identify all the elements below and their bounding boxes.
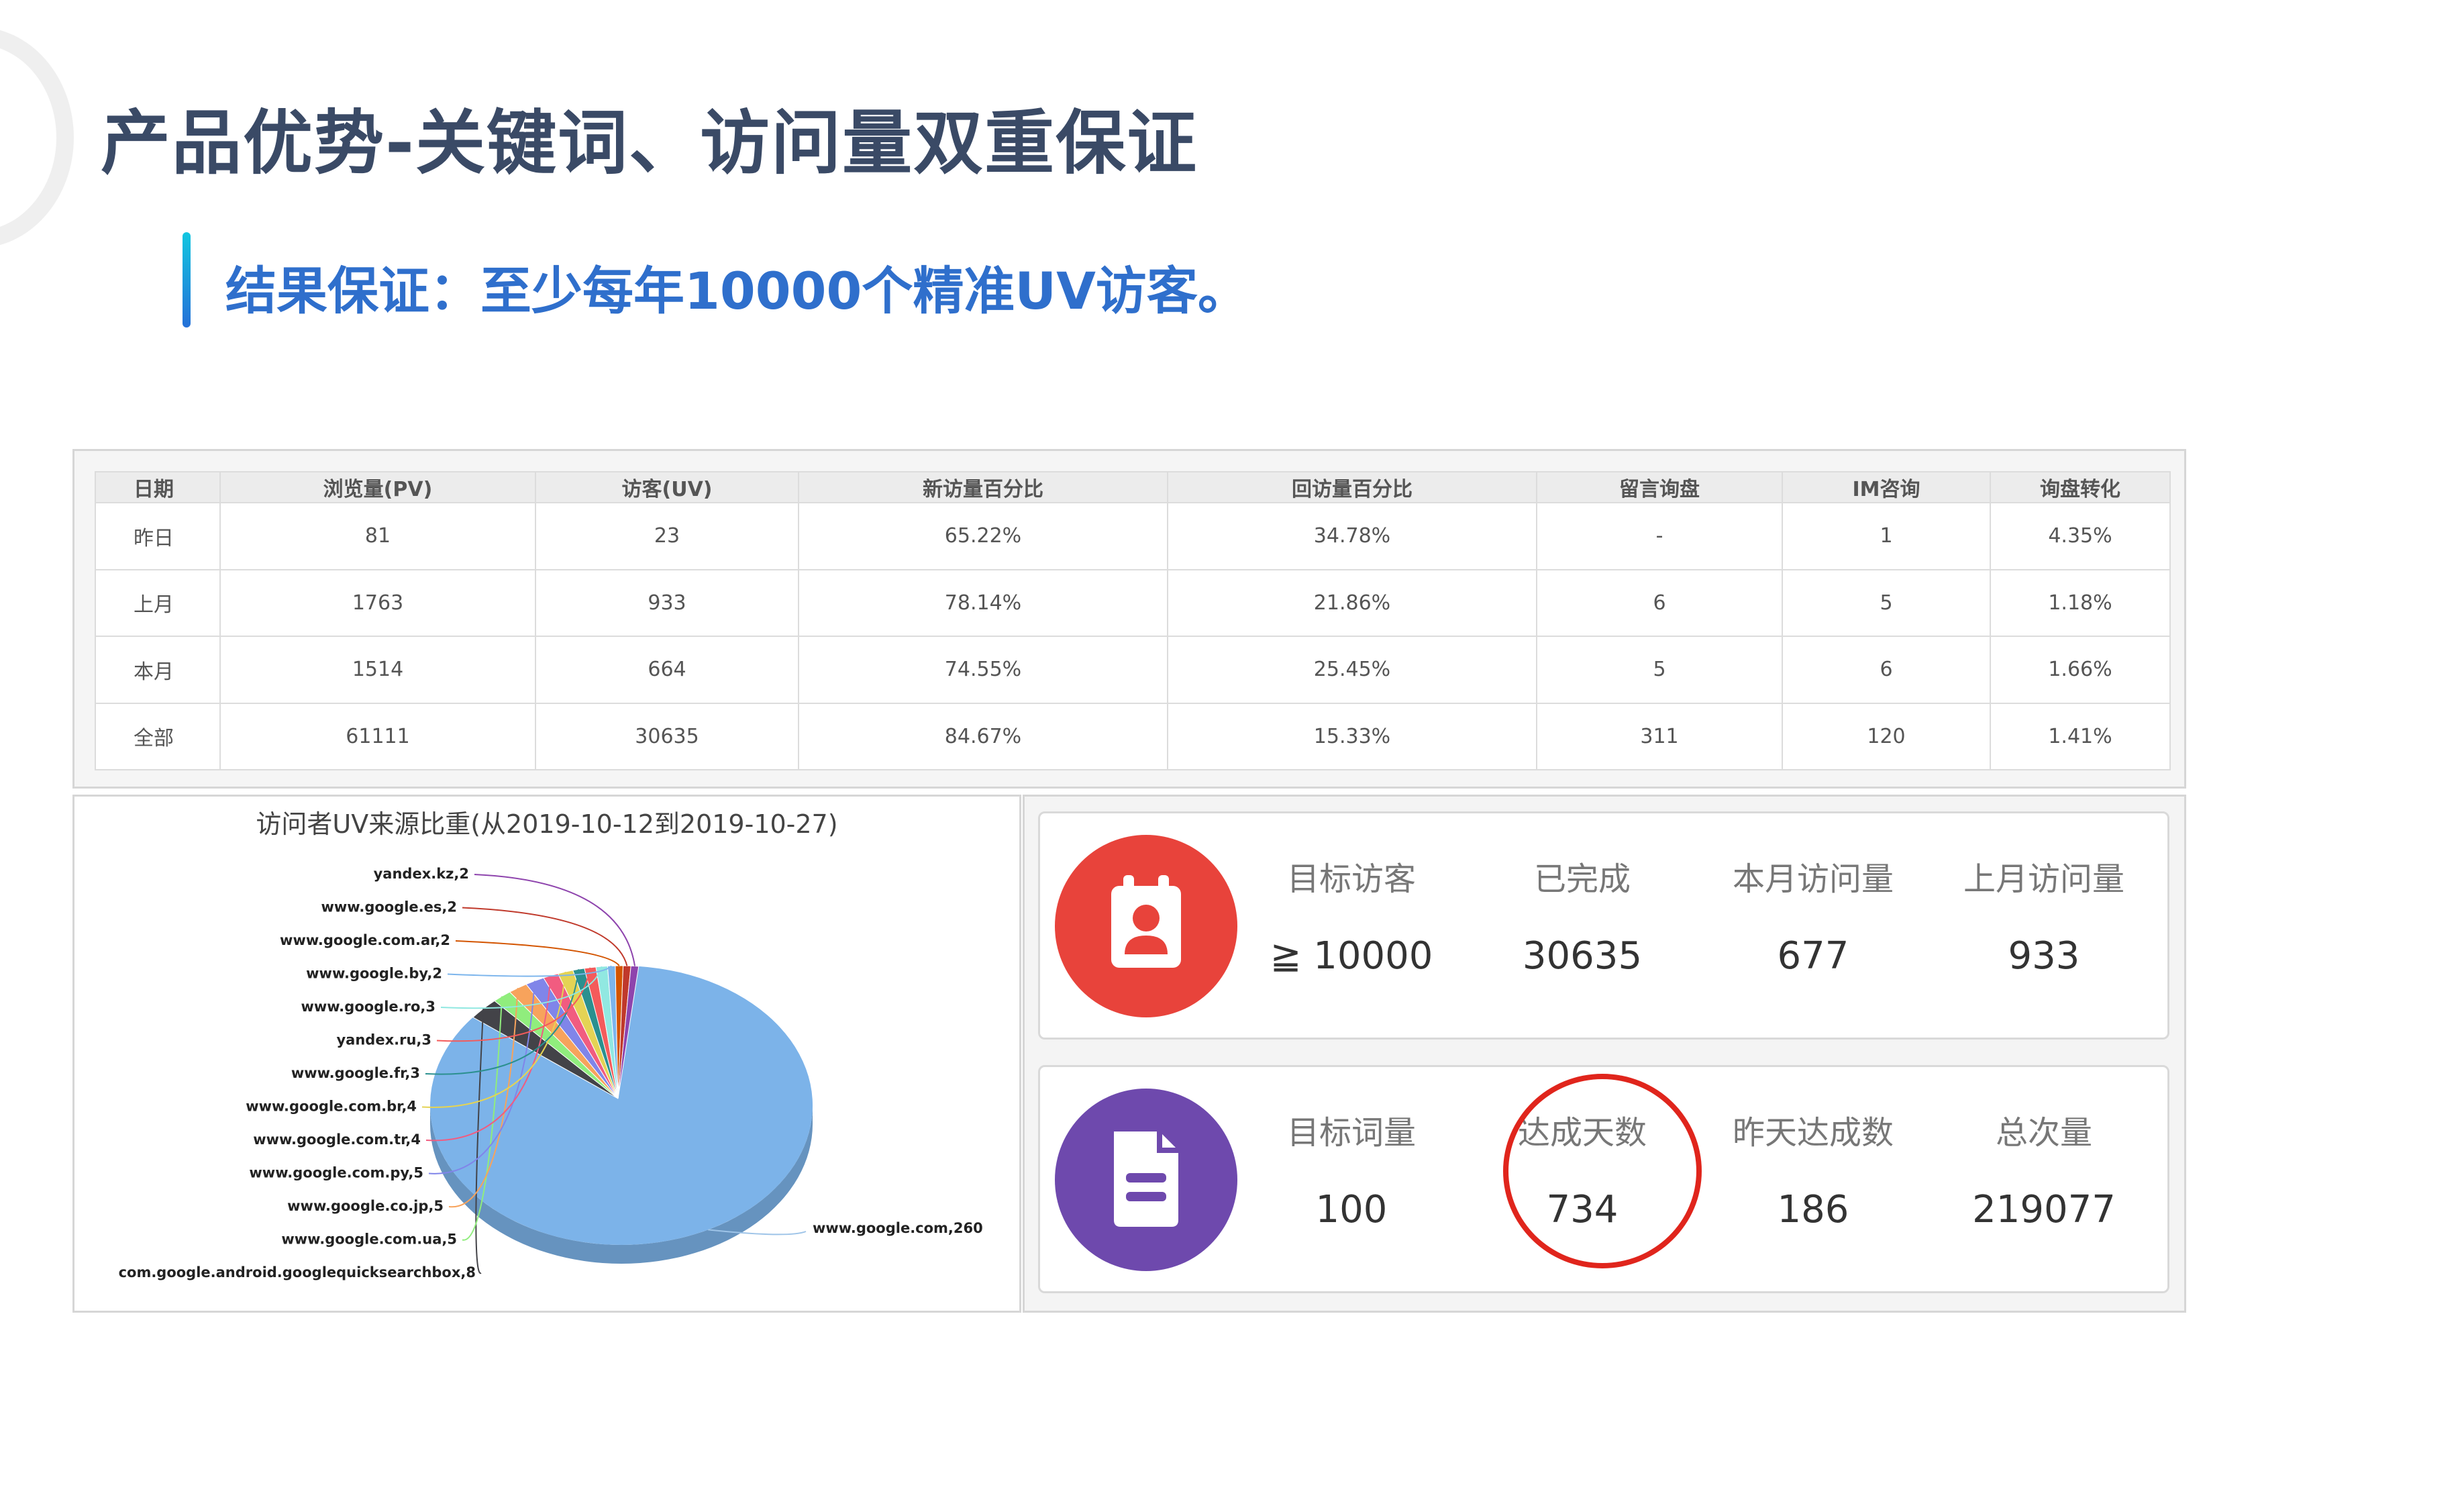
table-cell: 5	[1782, 568, 1991, 637]
kpi-value: 677	[1777, 934, 1849, 978]
table-cell: 6	[1536, 568, 1783, 637]
pie-slice-label: www.google.fr,3	[291, 1065, 420, 1081]
pie-slice-label: www.google.by,2	[306, 966, 442, 982]
table-cell: 120	[1782, 702, 1991, 770]
page-title: 产品优势-关键词、访问量双重保证	[101, 102, 1198, 184]
pie-slice-label: yandex.kz,2	[374, 866, 469, 882]
pie-leader-line	[474, 874, 636, 966]
table-cell: 1763	[219, 568, 536, 637]
kpi-completed: 已完成 30635	[1468, 852, 1696, 978]
header-date: 日期	[95, 471, 221, 503]
header-inquiry-conversion: 询盘转化	[1990, 471, 2171, 503]
table-cell: 上月	[95, 568, 221, 637]
table-cell: 34.78%	[1167, 502, 1537, 570]
kpi-label: 目标访客	[1286, 860, 1416, 898]
kpi-target-visitors: 目标访客 ≧ 10000	[1237, 852, 1466, 978]
kpi-yesterday-achieved: 昨天达成数 186	[1699, 1106, 1927, 1231]
table-cell: 65.22%	[798, 502, 1168, 570]
table-cell: 全部	[95, 702, 221, 770]
decorative-arc	[0, 27, 74, 248]
contact-card-icon	[1055, 835, 1237, 1017]
table-cell: 21.86%	[1167, 568, 1537, 637]
kpi-card-visitors: 目标访客 ≧ 10000 已完成 30635 本月访问量 677 上月访问量 9…	[1038, 811, 2169, 1040]
header-pv: 浏览量(PV)	[219, 471, 536, 503]
header-uv: 访客(UV)	[535, 471, 799, 503]
kpi-total-count: 总次量 219077	[1930, 1106, 2158, 1231]
stats-table-panel: 日期 浏览量(PV) 访客(UV) 新访量百分比 回访量百分比 留言询盘 IM咨…	[72, 449, 2186, 789]
table-cell: 15.33%	[1167, 702, 1537, 770]
kpi-value: 30635	[1522, 934, 1643, 978]
table-cell: 1	[1782, 502, 1991, 570]
pie-slice-label: yandex.ru,3	[336, 1032, 431, 1048]
pie-slice-label: www.google.ro,3	[301, 999, 435, 1015]
kpi-label: 已完成	[1533, 860, 1631, 898]
table-row: 全部 61111 30635 84.67% 15.33% 311 120 1.4…	[95, 702, 2171, 770]
table-cell: 61111	[219, 702, 536, 770]
kpi-label: 总次量	[1995, 1114, 2092, 1152]
kpi-label: 上月访问量	[1963, 860, 2124, 898]
table-row: 本月 1514 664 74.55% 25.45% 5 6 1.66%	[95, 636, 2171, 704]
table-cell: 74.55%	[798, 636, 1168, 704]
header-return-visit-pct: 回访量百分比	[1167, 471, 1537, 503]
table-cell: 本月	[95, 636, 221, 704]
header-im-inquiry: IM咨询	[1782, 471, 1991, 503]
table-cell: 78.14%	[798, 568, 1168, 637]
pie-slice-label: www.google.es,2	[321, 899, 457, 915]
table-cell: 30635	[535, 702, 799, 770]
table-cell: 1.18%	[1990, 568, 2171, 637]
pie-chart-panel: 访问者UV来源比重(从2019-10-12到2019-10-27) www.go…	[72, 795, 1021, 1313]
table-cell: 1.41%	[1990, 702, 2171, 770]
pie-slice-label: www.google.com.br,4	[246, 1099, 417, 1115]
page-subtitle: 结果保证：至少每年10000个精准UV访客。	[225, 261, 1249, 321]
table-cell: 1514	[219, 636, 536, 704]
pie-slice-label: www.google.com.ua,5	[281, 1231, 457, 1248]
table-cell: 23	[535, 502, 799, 570]
pie-slice-label: www.google.com,260	[813, 1220, 983, 1236]
header-message-inquiry: 留言询盘	[1536, 471, 1783, 503]
table-cell: 664	[535, 636, 799, 704]
pie-slice-label: www.google.com.py,5	[249, 1165, 423, 1181]
table-cell: 1.66%	[1990, 636, 2171, 704]
kpi-label: 本月访问量	[1732, 860, 1894, 898]
slide: 产品优势-关键词、访问量双重保证 结果保证：至少每年10000个精准UV访客。 …	[0, 0, 2464, 1510]
pie-slice-label: www.google.com.tr,4	[253, 1131, 421, 1148]
table-cell: 5	[1536, 636, 1783, 704]
pie-slice-label: com.google.android.googlequicksearchbox,…	[119, 1264, 476, 1280]
table-header-row: 日期 浏览量(PV) 访客(UV) 新访量百分比 回访量百分比 留言询盘 IM咨…	[95, 471, 2171, 503]
kpi-last-month-visits: 上月访问量 933	[1930, 852, 2158, 978]
pie-chart: www.google.com,260 com.google.android.goo…	[119, 866, 983, 1280]
kpi-value: 933	[2008, 934, 2080, 978]
kpi-label: 目标词量	[1286, 1114, 1416, 1152]
table-cell: 25.45%	[1167, 636, 1537, 704]
header-new-visit-pct: 新访量百分比	[798, 471, 1168, 503]
table-cell: 6	[1782, 636, 1991, 704]
kpi-value: 219077	[1972, 1188, 2116, 1231]
kpi-value: 100	[1315, 1188, 1388, 1231]
kpi-card-keywords: 目标词量 100 达成天数 734 昨天达成数 186 总次量 219077	[1038, 1065, 2169, 1293]
table-cell: 311	[1536, 702, 1783, 770]
table-row: 上月 1763 933 78.14% 21.86% 6 5 1.18%	[95, 568, 2171, 637]
kpi-value: 186	[1777, 1188, 1849, 1231]
table-cell: 81	[219, 502, 536, 570]
table-cell: 84.67%	[798, 702, 1168, 770]
table-cell: -	[1536, 502, 1783, 570]
document-icon	[1055, 1089, 1237, 1271]
kpi-this-month-visits: 本月访问量 677	[1699, 852, 1927, 978]
stats-table: 日期 浏览量(PV) 访客(UV) 新访量百分比 回访量百分比 留言询盘 IM咨…	[95, 471, 2171, 770]
kpi-value: ≧ 10000	[1270, 934, 1433, 978]
pie-leader-line	[455, 940, 620, 966]
highlight-circle	[1503, 1074, 1702, 1268]
table-row: 昨日 81 23 65.22% 34.78% - 1 4.35%	[95, 502, 2171, 570]
table-cell: 933	[535, 568, 799, 637]
table-cell: 4.35%	[1990, 502, 2171, 570]
kpi-target-keywords: 目标词量 100	[1237, 1106, 1466, 1231]
subtitle-accent-bar	[183, 232, 191, 328]
pie-slice-label: www.google.com.ar,2	[280, 932, 450, 948]
table-cell: 昨日	[95, 502, 221, 570]
kpi-label: 昨天达成数	[1732, 1114, 1894, 1152]
pie-slice-label: www.google.co.jp,5	[287, 1198, 444, 1214]
kpi-panel: 目标访客 ≧ 10000 已完成 30635 本月访问量 677 上月访问量 9…	[1023, 795, 2186, 1313]
